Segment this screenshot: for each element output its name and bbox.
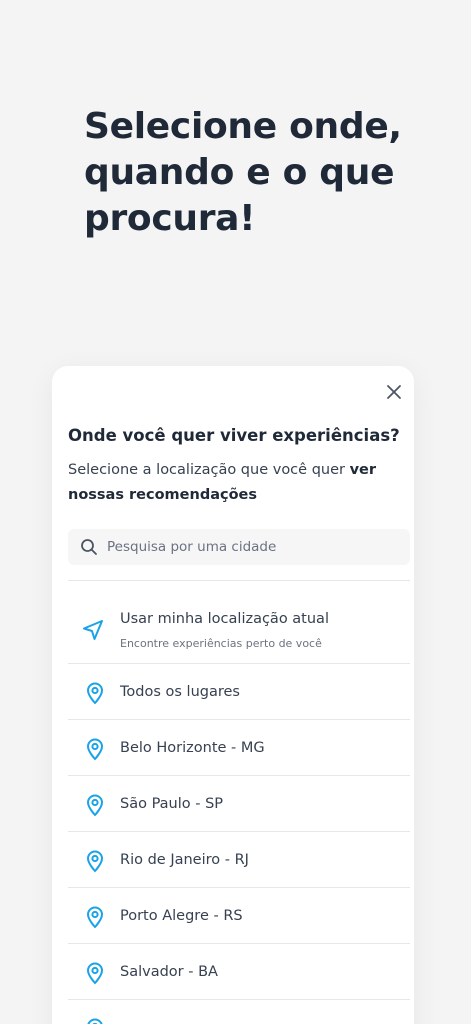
headline-line: procura! <box>84 198 256 239</box>
search-bar[interactable] <box>68 529 410 565</box>
location-pin-icon <box>87 682 103 704</box>
location-pin-icon <box>87 850 103 872</box>
location-item-label: Belo Horizonte - MG <box>120 740 265 756</box>
screen: Selecione onde, quando e o que procura! … <box>0 0 471 1024</box>
location-item[interactable]: Rio de Janeiro - RJ <box>68 832 410 888</box>
location-item-label: Rio de Janeiro - RJ <box>120 852 249 868</box>
modal-description-text: Selecione a localização que você quer <box>68 462 350 478</box>
location-item[interactable]: Todos os lugares <box>68 664 410 720</box>
search-icon <box>81 539 97 555</box>
location-pin-icon <box>87 906 103 928</box>
location-item[interactable]: Belo Horizonte - MG <box>68 720 410 776</box>
current-location-sublabel: Encontre experiências perto de você <box>120 637 322 650</box>
location-item[interactable]: Porto Alegre - RS <box>68 888 410 944</box>
location-pin-icon <box>87 1018 103 1024</box>
location-item-label: Salvador - BA <box>120 964 218 980</box>
modal-description: Selecione a localização que você quer ve… <box>68 458 398 508</box>
city-search-input[interactable] <box>107 539 387 555</box>
location-item-label: Porto Alegre - RS <box>120 908 243 924</box>
location-item[interactable] <box>68 1000 410 1024</box>
navigation-arrow-icon <box>83 620 103 640</box>
location-item[interactable]: Salvador - BA <box>68 944 410 1000</box>
close-button[interactable] <box>382 380 406 404</box>
location-modal: Onde você quer viver experiências? Selec… <box>52 366 414 1024</box>
modal-title: Onde você quer viver experiências? <box>68 426 400 445</box>
headline-line: quando e o que <box>84 152 395 193</box>
headline: Selecione onde, quando e o que procura! <box>84 104 444 242</box>
divider <box>68 580 410 581</box>
use-current-location-option[interactable]: Usar minha localização atual Encontre ex… <box>68 604 410 664</box>
location-pin-icon <box>87 794 103 816</box>
location-item[interactable]: São Paulo - SP <box>68 776 410 832</box>
location-item-label: São Paulo - SP <box>120 796 224 812</box>
current-location-label: Usar minha localização atual <box>120 611 329 627</box>
location-list: Todos os lugares Belo Horizonte - MG São… <box>68 664 410 1024</box>
location-pin-icon <box>87 962 103 984</box>
headline-line: Selecione onde, <box>84 106 402 147</box>
location-item-label: Todos os lugares <box>120 684 240 700</box>
close-icon <box>387 385 401 399</box>
location-pin-icon <box>87 738 103 760</box>
